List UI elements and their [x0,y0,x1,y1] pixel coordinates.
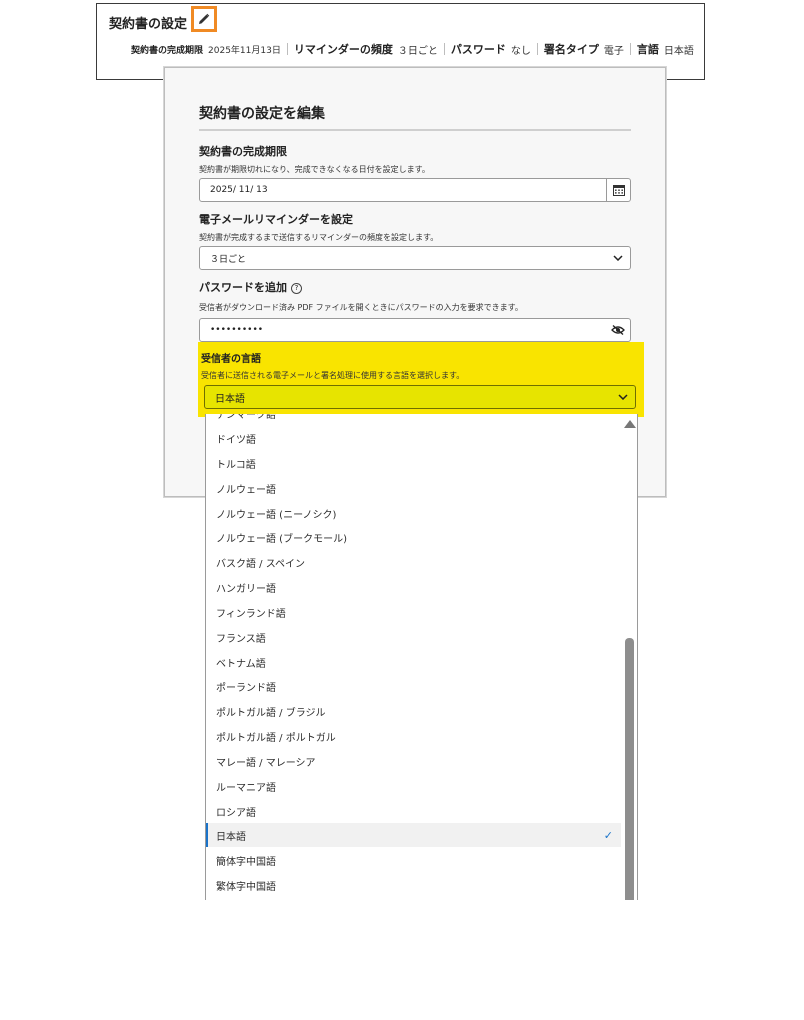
recipient-language-section: 受信者の言語 受信者に送信される電子メールと署名処理に使用する言語を選択します。… [198,342,644,417]
divider [286,43,288,55]
password-label: パスワード [450,43,506,56]
chevron-down-icon [606,255,630,261]
language-option[interactable]: フランス語 [206,625,621,649]
deadline-description: 契約書が期限切れになり、完成できなくなる日付を設定します。 [199,165,430,174]
calendar-icon [612,181,625,200]
language-option[interactable]: 簡体字中国語 [206,848,621,872]
language-option[interactable]: ノルウェー語 (ブークモール) [206,525,621,549]
summary-details: 契約書の完成期限 2025年11月13日 リマインダーの頻度 ３日ごと パスワー… [131,41,696,57]
scroll-up-arrow-icon[interactable] [624,420,636,428]
language-select[interactable]: 日本語 [204,385,636,409]
language-option[interactable]: トルコ語 [206,451,621,475]
dialog-title: 契約書の設定を編集 [199,106,325,122]
signature-type-label: 署名タイプ [543,43,599,56]
deadline-date-value: 2025/ 11/ 13 [210,185,268,195]
language-option[interactable]: ハンガリー語 [206,575,621,599]
language-option[interactable]: ノルウェー語 (ニーノシク) [206,501,621,525]
language-option[interactable]: マレー語 / マレーシア [206,749,621,773]
reminder-heading: 電子メールリマインダーを設定 [199,213,353,226]
language-option[interactable]: デンマーク語 [206,414,621,425]
language-select-value: 日本語 [215,393,245,405]
divider [536,43,538,55]
language-option-label: 日本語 [216,831,246,843]
language-value: 日本語 [663,45,694,57]
deadline-value: 2025年11月13日 [208,45,281,56]
signature-type-value: 電子 [603,45,624,57]
language-option-selected[interactable]: 日本語 ✓ [206,823,621,847]
deadline-date-field[interactable]: 2025/ 11/ 13 [199,178,631,202]
chevron-down-icon [611,394,635,400]
password-description: 受信者がダウンロード済み PDF ファイルを開くときにパスワードの入力を要求でき… [199,303,523,312]
password-input[interactable]: •••••••••• [199,318,631,342]
language-option[interactable]: ポルトガル語 / ポルトガル [206,724,621,748]
language-option[interactable]: ロシア語 [206,799,621,823]
language-option[interactable]: ベトナム語 [206,650,621,674]
language-option[interactable]: フィンランド語 [206,600,621,624]
reminder-description: 契約書が完成するまで送信するリマインダーの頻度を設定します。 [199,233,439,242]
checkmark-icon: ✓ [603,829,613,842]
scrollbar-thumb[interactable] [625,638,634,900]
language-label: 言語 [636,43,659,56]
calendar-button[interactable] [606,179,630,201]
edit-settings-button[interactable] [191,6,217,32]
language-option[interactable]: ポーランド語 [206,674,621,698]
password-heading-text: パスワードを追加 [199,281,287,294]
dialog-divider [199,129,631,131]
password-heading: パスワードを追加? [199,279,302,295]
deadline-heading: 契約書の完成期限 [199,145,287,158]
language-description: 受信者に送信される電子メールと署名処理に使用する言語を選択します。 [201,371,465,380]
language-option[interactable]: ノルウェー語 [206,476,621,500]
password-value: なし [510,45,531,57]
reminder-select-value: ３日ごと [210,254,247,265]
divider [443,43,445,55]
deadline-label: 契約書の完成期限 [131,45,204,56]
eye-slash-icon[interactable] [606,325,630,335]
summary-title: 契約書の設定 [109,17,188,32]
language-option[interactable]: ドイツ語 [206,426,621,450]
language-option[interactable]: ルーマニア語 [206,774,621,798]
language-option[interactable]: 繁体字中国語 [206,873,621,897]
reminder-label: リマインダーの頻度 [293,43,393,56]
language-option[interactable]: バスク語 / スペイン [206,550,621,574]
help-icon[interactable]: ? [291,283,302,294]
pencil-icon [198,10,210,29]
language-heading: 受信者の言語 [201,354,261,365]
language-dropdown-list[interactable]: デンマーク語 ドイツ語 トルコ語 ノルウェー語 ノルウェー語 (ニーノシク) ノ… [205,414,638,900]
reminder-value: ３日ごと [397,45,438,57]
reminder-select[interactable]: ３日ごと [199,246,631,270]
language-option[interactable]: ポルトガル語 / ブラジル [206,699,621,723]
password-input-value: •••••••••• [210,325,264,335]
divider [629,43,631,55]
